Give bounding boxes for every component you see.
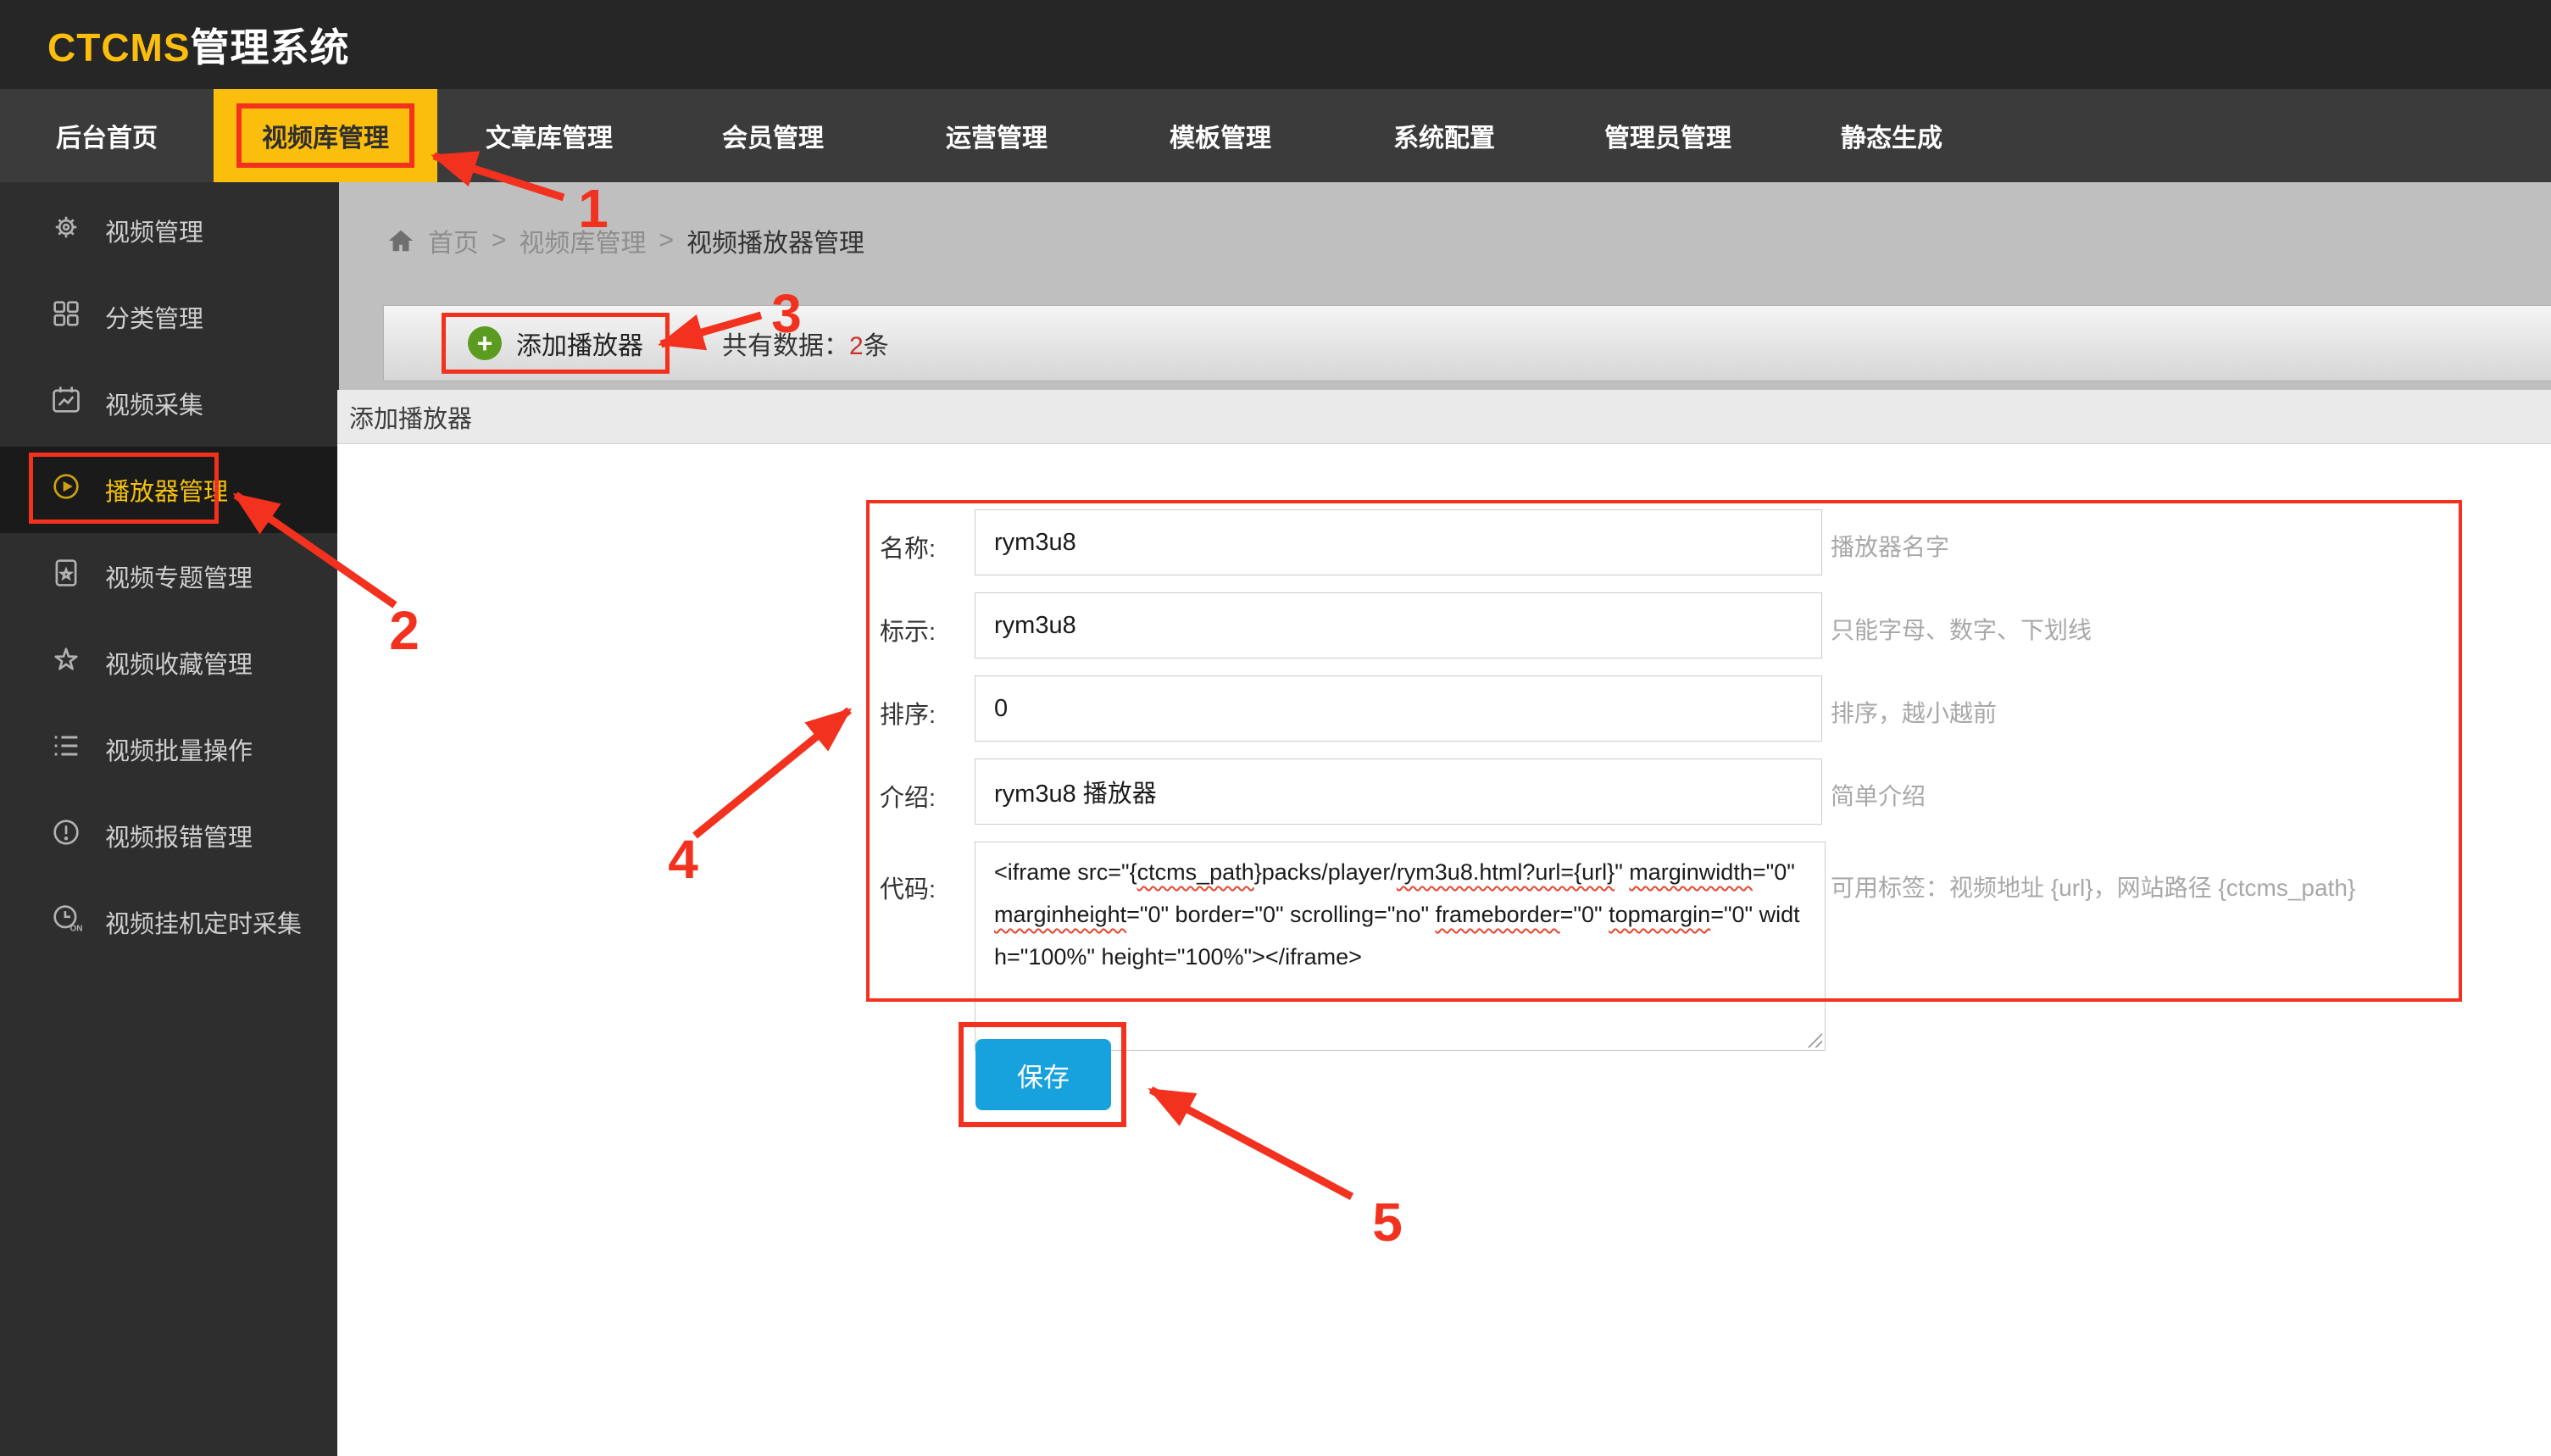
annotation-box-1-target: 视频库管理 — [236, 103, 414, 168]
identifier-label: 标示: — [880, 612, 968, 647]
name-label: 名称: — [880, 529, 968, 564]
description-label: 介绍: — [880, 778, 968, 814]
description-input[interactable] — [975, 759, 1822, 825]
sidebar-item-label: 分类管理 — [105, 299, 203, 335]
sidebar-item-category-manage[interactable]: 分类管理 — [0, 274, 339, 360]
sidebar: 视频管理 分类管理 视频采集 播放器管理 — [0, 182, 339, 1456]
sidebar-item-video-favorite-manage[interactable]: 视频收藏管理 — [0, 620, 339, 706]
section-header: 添加播放器 — [337, 390, 2551, 444]
name-hint: 播放器名字 — [1831, 529, 1949, 563]
sidebar-item-label: 播放器管理 — [105, 472, 228, 508]
grid-icon — [49, 297, 83, 337]
add-player-label: 添加播放器 — [516, 325, 643, 362]
breadcrumb-home[interactable]: 首页 — [428, 222, 479, 259]
nav-item-templates[interactable]: 模板管理 — [1109, 89, 1332, 182]
app-logo: CTCMS管理系统 — [47, 17, 350, 73]
sort-order-hint: 排序，越小越前 — [1831, 695, 1997, 729]
breadcrumb-separator: > — [659, 226, 675, 255]
star-icon — [49, 642, 83, 683]
sidebar-item-player-manage[interactable]: 播放器管理 — [0, 447, 339, 533]
code-textarea[interactable]: <iframe src="{ctcms_path}packs/player/ry… — [975, 842, 1826, 1051]
identifier-hint: 只能字母、数字、下划线 — [1831, 612, 2092, 646]
nav-item-static-generation[interactable]: 静态生成 — [1780, 89, 2004, 182]
add-player-button[interactable]: + 添加播放器 — [442, 313, 670, 374]
sidebar-item-label: 视频报错管理 — [105, 818, 253, 853]
section-title: 添加播放器 — [349, 399, 472, 435]
play-circle-icon — [49, 470, 83, 510]
nav-item-article-library[interactable]: 文章库管理 — [437, 89, 661, 182]
gear-icon — [49, 210, 83, 251]
sort-order-input[interactable] — [975, 675, 1822, 742]
breadcrumb-separator: > — [492, 226, 507, 255]
identifier-input[interactable] — [975, 592, 1822, 659]
sidebar-item-video-manage[interactable]: 视频管理 — [0, 187, 339, 274]
svg-text:ON: ON — [69, 924, 82, 933]
resize-handle[interactable] — [1805, 1031, 1822, 1048]
alert-circle-icon — [49, 815, 83, 856]
breadcrumb-video-library[interactable]: 视频库管理 — [520, 222, 647, 259]
breadcrumb: 首页 > 视频库管理 > 视频播放器管理 — [386, 222, 864, 259]
save-button[interactable]: 保存 — [975, 1039, 1111, 1110]
sidebar-item-label: 视频收藏管理 — [105, 645, 253, 681]
nav-item-system-config[interactable]: 系统配置 — [1332, 89, 1556, 182]
sidebar-item-label: 视频采集 — [105, 386, 203, 421]
sort-order-label: 排序: — [880, 695, 968, 731]
nav-item-operations[interactable]: 运营管理 — [885, 89, 1109, 182]
sidebar-item-label: 视频管理 — [105, 213, 203, 248]
plus-icon: + — [468, 326, 502, 360]
main-nav: 后台首页 视频库管理 文章库管理 会员管理 运营管理 模板管理 系统配置 管理员… — [0, 89, 2551, 182]
sidebar-item-label: 视频批量操作 — [105, 731, 253, 767]
code-label: 代码: — [880, 870, 968, 905]
sidebar-item-label: 视频挂机定时采集 — [105, 904, 302, 940]
sidebar-item-video-error-manage[interactable]: 视频报错管理 — [0, 792, 339, 879]
toolbar: + 添加播放器 共有数据：2条 — [383, 305, 2551, 381]
sidebar-item-video-scheduled-collect[interactable]: ON 视频挂机定时采集 — [0, 879, 339, 965]
sidebar-item-video-topic-manage[interactable]: 视频专题管理 — [0, 533, 339, 620]
code-text: <iframe src="{ctcms_path}packs/player/ry… — [994, 859, 1800, 970]
sidebar-item-video-batch-ops[interactable]: 视频批量操作 — [0, 706, 339, 792]
sidebar-item-label: 视频专题管理 — [105, 559, 253, 594]
calendar-chart-icon — [49, 383, 83, 424]
breadcrumb-current: 视频播放器管理 — [686, 222, 864, 259]
total-count-text: 共有数据：2条 — [722, 325, 889, 362]
description-hint: 简单介绍 — [1831, 778, 1926, 812]
nav-item-admins[interactable]: 管理员管理 — [1556, 89, 1780, 182]
nav-item-dashboard[interactable]: 后台首页 — [0, 89, 214, 182]
sidebar-item-video-collect[interactable]: 视频采集 — [0, 360, 339, 447]
clock-icon: ON — [49, 902, 83, 942]
home-icon — [386, 226, 415, 255]
nav-item-video-library[interactable]: 视频库管理 — [214, 89, 437, 182]
nav-item-members[interactable]: 会员管理 — [661, 89, 885, 182]
name-input[interactable] — [975, 509, 1822, 575]
top-bar: CTCMS管理系统 — [0, 0, 2551, 89]
ctcms-admin-page: CTCMS管理系统 后台首页 视频库管理 文章库管理 会员管理 运营管理 模板管… — [0, 0, 2551, 1456]
list-icon — [49, 729, 83, 770]
doc-star-icon — [49, 556, 83, 597]
logo-rest: 管理系统 — [191, 25, 350, 69]
total-count-value: 2 — [849, 332, 864, 360]
logo-accent: CTCMS — [47, 25, 191, 69]
code-hint: 可用标签：视频地址 {url}，网站路径 {ctcms_path} — [1831, 870, 2355, 903]
